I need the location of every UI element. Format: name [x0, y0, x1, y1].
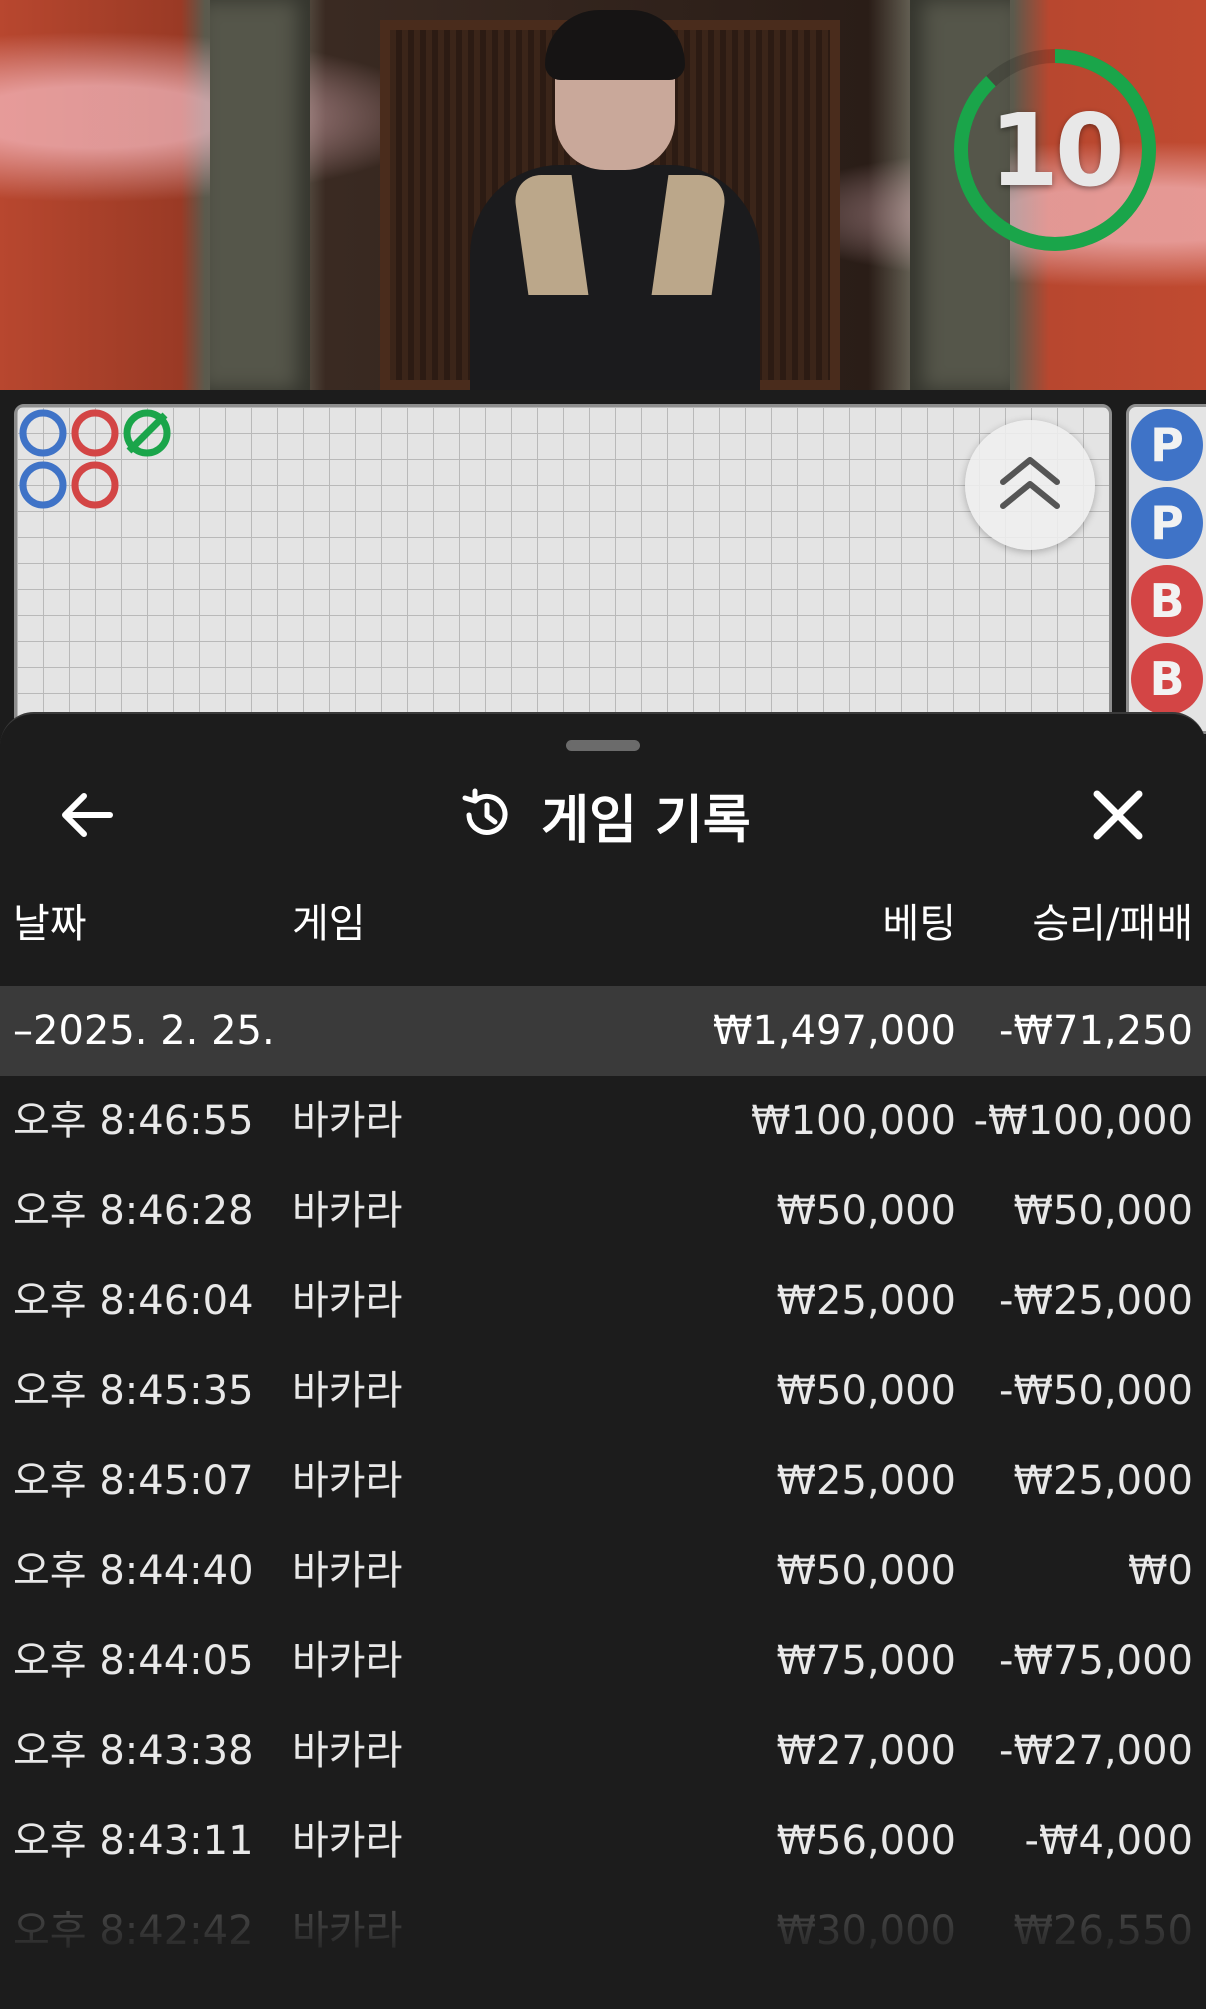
- row-time: 오후 8:44:40: [13, 1548, 254, 1594]
- row-game: 바카라: [292, 1278, 403, 1324]
- row-win-loss: -₩25,000: [999, 1278, 1193, 1324]
- table-row[interactable]: 오후 8:42:42 바카라 ₩30,000 ₩26,550: [0, 1886, 1206, 1976]
- table-row[interactable]: 오후 8:43:38 바카라 ₩27,000 -₩27,000: [0, 1706, 1206, 1796]
- history-icon: [462, 788, 508, 835]
- close-icon: [1093, 790, 1143, 840]
- row-game: 바카라: [292, 1548, 403, 1594]
- column-header-bet[interactable]: 베팅: [882, 894, 956, 954]
- group-win-loss-total: -₩71,250: [999, 1008, 1193, 1054]
- row-game: 바카라: [292, 1818, 403, 1864]
- row-win-loss: -₩27,000: [999, 1728, 1193, 1774]
- table-row[interactable]: 오후 8:45:07 바카라 ₩25,000 ₩25,000: [0, 1436, 1206, 1526]
- background-pillar: [210, 0, 310, 390]
- row-game: 바카라: [292, 1098, 403, 1144]
- row-bet: ₩50,000: [776, 1548, 956, 1594]
- row-bet: ₩50,000: [776, 1188, 956, 1234]
- bead-banker: B: [1131, 565, 1203, 637]
- row-game: 바카라: [292, 1638, 403, 1684]
- chevron-double-up-icon: [1000, 457, 1060, 509]
- row-win-loss: ₩26,550: [1013, 1908, 1193, 1954]
- row-win-loss: ₩50,000: [1013, 1188, 1193, 1234]
- row-time: 오후 8:45:07: [13, 1458, 254, 1504]
- row-win-loss: ₩0: [1128, 1548, 1193, 1594]
- row-game: 바카라: [292, 1908, 403, 1954]
- column-header-win-loss[interactable]: 승리/패배: [1032, 894, 1193, 954]
- bead-player: P: [1131, 487, 1203, 559]
- big-road-markers: [19, 409, 171, 509]
- table-row[interactable]: 오후 8:46:55 바카라 ₩100,000 -₩100,000: [0, 1076, 1206, 1166]
- close-button[interactable]: [1083, 780, 1153, 850]
- row-time: 오후 8:43:11: [13, 1818, 254, 1864]
- table-row[interactable]: 오후 8:44:05 바카라 ₩75,000 -₩75,000: [0, 1616, 1206, 1706]
- big-road-marker: [19, 461, 67, 509]
- scroll-up-button[interactable]: [965, 420, 1095, 550]
- row-game: 바카라: [292, 1188, 403, 1234]
- group-bet-total: ₩1,497,000: [712, 1008, 956, 1054]
- row-win-loss: -₩100,000: [973, 1098, 1193, 1144]
- sheet-header: 게임 기록: [0, 772, 1206, 858]
- column-header-game[interactable]: 게임: [292, 894, 366, 954]
- table-row[interactable]: 오후 8:44:40 바카라 ₩50,000 ₩0: [0, 1526, 1206, 1616]
- row-time: 오후 8:46:28: [13, 1188, 254, 1234]
- dealer-hair: [545, 10, 685, 80]
- row-bet: ₩75,000: [776, 1638, 956, 1684]
- game-history-sheet: 게임 기록 날짜 게임 베팅 승리/패배 –2025. 2. 25. ₩1,49…: [0, 712, 1206, 2009]
- countdown-timer: 10: [950, 45, 1160, 255]
- table-row[interactable]: 오후 8:43:11 바카라 ₩56,000 -₩4,000: [0, 1796, 1206, 1886]
- table-header: 날짜 게임 베팅 승리/패배: [0, 894, 1206, 954]
- sheet-drag-handle[interactable]: [566, 740, 640, 751]
- big-road-marker: [71, 409, 119, 457]
- row-time: 오후 8:46:55: [13, 1098, 254, 1144]
- table-row[interactable]: 오후 8:46:28 바카라 ₩50,000 ₩50,000: [0, 1166, 1206, 1256]
- row-bet: ₩100,000: [751, 1098, 956, 1144]
- sheet-title: 게임 기록: [541, 790, 751, 851]
- row-time: 오후 8:46:04: [13, 1278, 254, 1324]
- row-game: 바카라: [292, 1458, 403, 1504]
- big-road-marker: [71, 461, 119, 509]
- bead-banker: B: [1131, 643, 1203, 715]
- row-time: 오후 8:45:35: [13, 1368, 254, 1414]
- countdown-value: 10: [989, 91, 1124, 209]
- row-game: 바카라: [292, 1728, 403, 1774]
- row-bet: ₩27,000: [776, 1728, 956, 1774]
- group-date: –2025. 2. 25.: [13, 1008, 275, 1054]
- row-time: 오후 8:43:38: [13, 1728, 254, 1774]
- row-game: 바카라: [292, 1368, 403, 1414]
- row-win-loss: -₩50,000: [999, 1368, 1193, 1414]
- table-row[interactable]: 오후 8:46:04 바카라 ₩25,000 -₩25,000: [0, 1256, 1206, 1346]
- row-win-loss: -₩4,000: [1024, 1818, 1194, 1864]
- date-group-row[interactable]: –2025. 2. 25. ₩1,497,000 -₩71,250: [0, 986, 1206, 1076]
- row-bet: ₩50,000: [776, 1368, 956, 1414]
- column-header-date[interactable]: 날짜: [13, 894, 87, 954]
- bead-player: P: [1131, 409, 1203, 481]
- history-list: 오후 8:46:55 바카라 ₩100,000 -₩100,000 오후 8:46:28…: [0, 1076, 1206, 1976]
- row-time: 오후 8:44:05: [13, 1638, 254, 1684]
- row-bet: ₩25,000: [776, 1458, 956, 1504]
- big-road-scoreboard[interactable]: [14, 404, 1112, 734]
- row-win-loss: -₩75,000: [999, 1638, 1193, 1684]
- row-time: 오후 8:42:42: [13, 1908, 254, 1954]
- big-road-marker: [19, 409, 67, 457]
- table-row[interactable]: 오후 8:45:35 바카라 ₩50,000 -₩50,000: [0, 1346, 1206, 1436]
- row-win-loss: ₩25,000: [1013, 1458, 1193, 1504]
- row-bet: ₩30,000: [776, 1908, 956, 1954]
- row-bet: ₩56,000: [776, 1818, 956, 1864]
- row-bet: ₩25,000: [776, 1278, 956, 1324]
